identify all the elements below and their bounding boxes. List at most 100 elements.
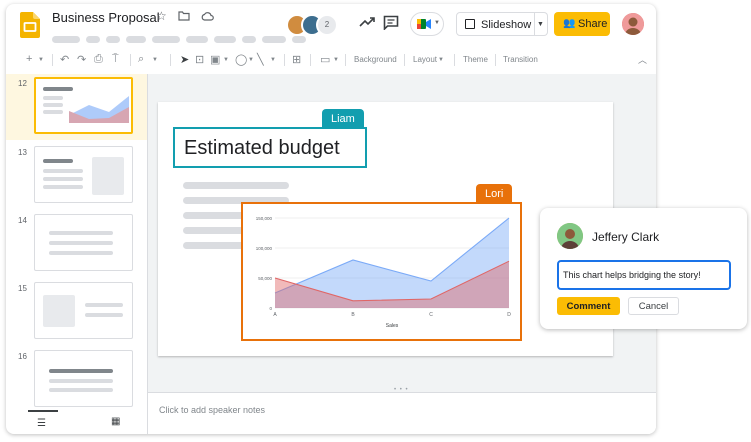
undo-icon[interactable]: ↶ [60,53,69,66]
line-icon[interactable]: ╲ [257,53,264,66]
theme-button[interactable]: Theme [463,55,488,64]
more-collaborators-badge: 2 [316,14,338,36]
collaborator-tag-lori: Lori [476,184,513,202]
present-icon [465,19,475,29]
shape-icon[interactable]: ◯ [235,53,247,66]
title-icons: ☆ [156,9,222,23]
comment-button-label: Comment [566,301,611,312]
chevron-down-icon: ▼ [434,20,440,26]
activity-trend-icon[interactable] [359,15,375,32]
chevron-down-icon[interactable]: ▼ [38,57,44,63]
star-icon[interactable]: ☆ [156,9,167,23]
x-tick-label: D [507,312,511,318]
x-tick-label: B [351,312,355,318]
cancel-button-label: Cancel [638,301,669,312]
slides-logo-icon[interactable] [20,12,40,38]
select-cursor-icon[interactable]: ➤ [180,53,189,66]
menu-item[interactable] [214,36,236,43]
y-tick-label: 100,000 [256,246,273,251]
menu-item[interactable] [86,36,100,43]
chart-container[interactable]: 0 50,000 100,000 150,000 A B C D Sales [241,202,522,341]
slide-number: 15 [18,284,27,293]
collaborator-name: Liam [331,113,355,125]
slides-panel: 12 13 14 15 16 ☰ ▦ [6,74,148,434]
area-chart: 0 50,000 100,000 150,000 A B C D Sales [256,216,511,329]
collaborator-avatars[interactable]: 2 [286,13,356,37]
collaborator-name: Lori [485,188,504,200]
collaborator-tag-liam: Liam [322,109,364,127]
document-title[interactable]: Business Proposal [52,10,160,25]
slide-thumbnail-15[interactable] [34,282,133,339]
new-slide-icon[interactable]: + [26,53,32,65]
slide-title[interactable]: Estimated budget [173,127,367,168]
menu-item[interactable] [292,36,306,43]
redo-icon[interactable]: ↷ [77,53,86,66]
slide-title-text: Estimated budget [184,137,340,159]
slide-number: 16 [18,352,27,361]
share-button[interactable]: 👥 Share [554,12,610,36]
move-to-folder-icon[interactable] [178,9,193,23]
slide-thumbnail-16[interactable] [34,350,133,407]
menu-item[interactable] [262,36,286,43]
y-tick-label: 150,000 [256,216,273,221]
slide-thumbnail-14[interactable] [34,214,133,271]
chevron-down-icon[interactable]: ▼ [438,57,444,63]
grid-view-icon: ▦ [111,416,121,427]
menu-item[interactable] [186,36,208,43]
image-placeholder [92,157,124,195]
text-box-icon[interactable]: ⊡ [195,53,204,66]
add-people-icon: 👥 [563,18,576,29]
image-placeholder [43,295,75,327]
slide-layout-icon[interactable]: ▭ [320,53,330,66]
comment-button[interactable]: Comment [557,297,620,315]
menu-item[interactable] [152,36,180,43]
text-placeholder-line [183,182,289,189]
chevron-up-icon[interactable]: ︿ [638,53,647,66]
slideshow-button[interactable]: Slideshow [456,12,535,36]
slide-thumbnail-13[interactable] [34,146,133,203]
y-tick-label: 50,000 [258,276,272,281]
thumbnail-chart [69,96,129,123]
comment-card: Jeffery Clark This chart helps bridging … [540,208,747,329]
collaborators-count: 2 [324,20,330,29]
meet-icon [417,19,431,29]
zoom-icon[interactable]: ⌕ [138,53,144,66]
print-icon[interactable]: ⎙ [94,53,103,66]
slide-number: 13 [18,148,27,157]
x-tick-label: A [273,312,277,318]
slideshow-options-dropdown[interactable]: ▼ [534,12,548,36]
menu-bar [52,30,312,48]
menu-item[interactable] [106,36,120,43]
chevron-down-icon[interactable]: ▼ [333,57,339,63]
chevron-down-icon[interactable]: ▼ [223,57,229,63]
y-tick-label: 0 [269,306,272,311]
transition-button[interactable]: Transition [503,55,538,64]
chevron-down-icon[interactable]: ▼ [152,57,158,63]
chevron-down-icon[interactable]: ▼ [248,57,254,63]
meet-button[interactable]: ▼ [410,12,444,36]
chevron-down-icon[interactable]: ▼ [270,57,276,63]
menu-item[interactable] [242,36,256,43]
menu-item[interactable] [52,36,80,43]
layout-button[interactable]: Layout [413,55,437,64]
share-label: Share [578,18,608,30]
title-bar: Business Proposal ☆ 2 ▼ Slideshow ▼ 👥 Sh… [6,4,656,46]
filmstrip-view-tab[interactable]: ☰ [28,410,58,434]
background-button[interactable]: Background [354,55,397,64]
slide-thumbnail-12[interactable] [34,77,133,134]
menu-item[interactable] [126,36,146,43]
grid-view-tab[interactable]: ▦ [102,410,132,434]
slide-number: 12 [18,79,27,88]
speaker-notes[interactable]: Click to add speaker notes [148,392,656,434]
comment-input[interactable]: This chart helps bridging the story! [557,260,731,290]
cloud-saved-icon[interactable] [201,9,215,23]
add-comment-icon[interactable]: ⊞ [292,53,301,66]
image-icon[interactable]: ▣ [210,53,220,66]
paint-format-icon[interactable]: ⍑ [112,53,119,66]
toolbar: + ▼ ↶ ↷ ⎙ ⍑ ⌕ ▼ ➤ ⊡ ▣ ▼ ◯ ▼ ╲ ▼ ⊞ ▭ ▼ Ba… [14,48,650,72]
comments-icon[interactable] [383,15,399,34]
list-view-icon: ☰ [37,418,46,429]
comment-text: This chart helps bridging the story! [563,270,701,280]
cancel-button[interactable]: Cancel [628,297,679,315]
user-avatar[interactable] [622,13,644,35]
